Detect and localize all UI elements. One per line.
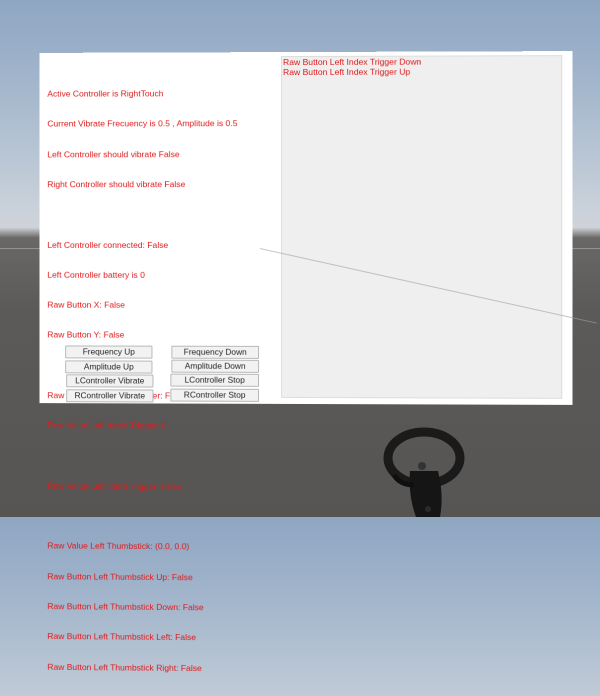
lcontroller-stop-button[interactable]: LController Stop [170, 373, 260, 387]
status-line: Raw Button Left Thumbstick Left: False [47, 631, 197, 643]
frequency-down-button[interactable]: Frequency Down [171, 345, 260, 359]
status-line [47, 511, 286, 522]
status-line [47, 450, 286, 461]
status-line: Left Controller battery is 0 [47, 269, 145, 280]
status-line: Raw Value Left Hand Trigger: False [47, 480, 182, 492]
debug-panel: Active Controller is RightTouch Current … [39, 51, 573, 673]
status-line: Raw Button Left Thumbstick Right: False [47, 661, 202, 673]
status-line: Active Controller is RightTouch [47, 88, 164, 99]
status-line: Raw Value Left Index Trigger: 0 [47, 420, 167, 431]
event-log[interactable]: Raw Button Left Index Trigger Down Raw B… [281, 55, 563, 399]
log-line: Raw Button Left Index Trigger Up [283, 66, 411, 78]
status-line: Right Controller should vibrate False [47, 179, 186, 190]
frequency-up-button[interactable]: Frequency Up [65, 345, 153, 359]
status-line: Left Controller should vibrate False [47, 148, 180, 160]
rcontroller-stop-button[interactable]: RController Stop [170, 388, 260, 402]
rcontroller-vibrate-button[interactable]: RController Vibrate [66, 389, 154, 403]
status-line: Raw Button Left Thumbstick Down: False [47, 601, 204, 613]
status-line: Left Controller connected: False [47, 239, 169, 250]
status-line: Raw Button Y: False [47, 329, 125, 341]
vr-touch-controller-icon [380, 425, 470, 517]
lcontroller-vibrate-button[interactable]: LController Vibrate [66, 374, 154, 388]
status-line: Current Vibrate Frecuency is 0.5 , Ampli… [47, 118, 238, 129]
status-line [47, 209, 286, 219]
status-line: Raw Value Left Thumbstick: (0.0, 0.0) [47, 540, 190, 552]
amplitude-up-button[interactable]: Amplitude Up [65, 360, 153, 374]
status-line: Raw Button X: False [47, 299, 125, 310]
amplitude-down-button[interactable]: Amplitude Down [171, 359, 260, 373]
status-line: Raw Button Left Thumbstick Up: False [47, 570, 193, 582]
